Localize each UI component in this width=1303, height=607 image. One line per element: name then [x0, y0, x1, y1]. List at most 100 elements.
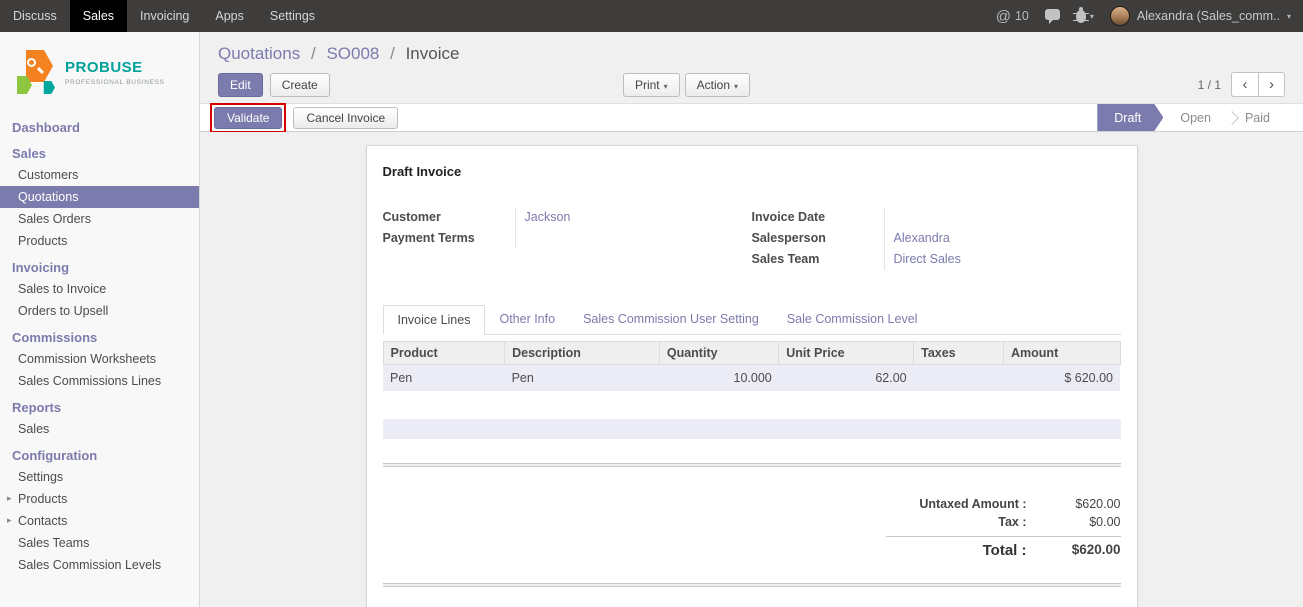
sidebar-item-sales-to-invoice[interactable]: Sales to Invoice	[0, 278, 199, 300]
sidebar-menu: Dashboard Sales Customers Quotations Sal…	[0, 117, 199, 576]
sidebar-heading-configuration[interactable]: Configuration	[0, 445, 199, 466]
breadcrumb-so008[interactable]: SO008	[326, 44, 379, 63]
column-unit-price[interactable]: Unit Price	[779, 342, 914, 365]
tax-label: Tax :	[886, 515, 1041, 529]
validate-button[interactable]: Validate	[214, 107, 282, 129]
pager-value: 1 / 1	[1198, 78, 1221, 92]
sidebar-item-label: Contacts	[18, 514, 67, 528]
column-amount[interactable]: Amount	[1004, 342, 1120, 365]
tax-value: $0.00	[1041, 515, 1121, 529]
cell-product: Pen	[383, 365, 505, 392]
pager-next-button[interactable]: ›	[1258, 72, 1285, 97]
empty-stripe-row	[383, 419, 1121, 439]
salesperson-value-link[interactable]: Alexandra	[884, 228, 1087, 249]
menu-sales[interactable]: Sales	[70, 0, 127, 32]
app-menus: Discuss Sales Invoicing Apps Settings	[0, 0, 328, 32]
untaxed-amount-label: Untaxed Amount :	[886, 497, 1041, 511]
sidebar-item-customers[interactable]: Customers	[0, 164, 199, 186]
logo-title: PROBUSE	[65, 60, 165, 77]
sidebar: PROBUSE PROFESSIONAL BUSINESS Dashboard …	[0, 32, 200, 607]
sidebar-item-reports-sales[interactable]: Sales	[0, 418, 199, 440]
salesperson-label: Salesperson	[752, 228, 884, 249]
logo-hexagons-icon	[12, 48, 58, 98]
cell-taxes	[914, 365, 1004, 392]
separator-line	[383, 583, 1121, 587]
totals-block: Untaxed Amount : $620.00 Tax : $0.00 Tot…	[383, 495, 1121, 561]
sidebar-item-sales-commission-levels[interactable]: Sales Commission Levels	[0, 554, 199, 576]
print-dropdown-button[interactable]: Print▾	[623, 73, 680, 97]
sidebar-heading-dashboard[interactable]: Dashboard	[0, 117, 199, 138]
customer-value-link[interactable]: Jackson	[515, 207, 718, 228]
empty-row-spacer	[383, 391, 1121, 419]
sales-team-value-link[interactable]: Direct Sales	[884, 249, 1087, 270]
sidebar-item-quotations[interactable]: Quotations	[0, 186, 199, 208]
total-label: Total :	[886, 542, 1041, 559]
invoice-date-value	[884, 207, 1087, 228]
chevron-down-icon: ▾	[664, 82, 668, 91]
sidebar-heading-reports[interactable]: Reports	[0, 397, 199, 418]
breadcrumb-separator: /	[311, 44, 316, 63]
breadcrumb-current: Invoice	[406, 44, 460, 63]
statusbar: Validate Cancel Invoice Draft Open Paid	[200, 103, 1303, 132]
action-label: Action	[697, 78, 730, 92]
topbar-right: @ 10 ▾ Alexandra (Sales_comm.. ▾	[996, 0, 1303, 32]
messages-button[interactable]	[1045, 9, 1060, 23]
sidebar-item-products[interactable]: Products	[0, 230, 199, 252]
debug-menu-button[interactable]: ▾	[1076, 10, 1094, 23]
payment-terms-label: Payment Terms	[383, 228, 515, 249]
menu-apps[interactable]: Apps	[202, 0, 257, 32]
column-taxes[interactable]: Taxes	[914, 342, 1004, 365]
tab-other-info[interactable]: Other Info	[485, 305, 569, 335]
status-draft[interactable]: Draft	[1097, 104, 1163, 131]
breadcrumb-quotations[interactable]: Quotations	[218, 44, 300, 63]
table-row[interactable]: Pen Pen 10.000 62.00 $ 620.00	[383, 365, 1120, 392]
sidebar-item-settings[interactable]: Settings	[0, 466, 199, 488]
sidebar-heading-sales[interactable]: Sales	[0, 143, 199, 164]
chevron-down-icon: ▾	[1287, 12, 1291, 21]
action-dropdown-button[interactable]: Action▾	[685, 73, 750, 97]
tab-sales-commission-user-setting[interactable]: Sales Commission User Setting	[569, 305, 773, 335]
activities-button[interactable]: @ 10	[996, 8, 1029, 25]
cell-quantity: 10.000	[659, 365, 778, 392]
sidebar-item-config-contacts[interactable]: ▸ Contacts	[0, 510, 199, 532]
column-quantity[interactable]: Quantity	[659, 342, 778, 365]
at-icon: @	[996, 8, 1011, 25]
menu-invoicing[interactable]: Invoicing	[127, 0, 202, 32]
logo-subtitle: PROFESSIONAL BUSINESS	[65, 79, 165, 86]
tab-sale-commission-level[interactable]: Sale Commission Level	[773, 305, 932, 335]
chevron-down-icon: ▾	[1090, 12, 1094, 21]
menu-discuss[interactable]: Discuss	[0, 0, 70, 32]
cell-amount: $ 620.00	[1004, 365, 1120, 392]
sidebar-heading-invoicing[interactable]: Invoicing	[0, 257, 199, 278]
sidebar-item-sales-teams[interactable]: Sales Teams	[0, 532, 199, 554]
sheet-title: Draft Invoice	[383, 164, 1121, 179]
sidebar-item-commission-worksheets[interactable]: Commission Worksheets	[0, 348, 199, 370]
payment-terms-value	[515, 228, 718, 249]
validate-annotation-box: Validate	[210, 103, 286, 133]
column-description[interactable]: Description	[505, 342, 660, 365]
user-menu[interactable]: Alexandra (Sales_comm.. ▾	[1110, 6, 1291, 26]
top-navbar: Discuss Sales Invoicing Apps Settings @ …	[0, 0, 1303, 32]
tab-invoice-lines[interactable]: Invoice Lines	[383, 305, 486, 335]
cancel-invoice-button[interactable]: Cancel Invoice	[293, 107, 398, 129]
user-name: Alexandra (Sales_comm..	[1137, 9, 1280, 23]
sidebar-item-config-products[interactable]: ▸ Products	[0, 488, 199, 510]
status-paid[interactable]: Paid	[1228, 104, 1287, 131]
form-view-background: Draft Invoice Customer Jackson Payment T…	[200, 132, 1303, 607]
sidebar-item-sales-orders[interactable]: Sales Orders	[0, 208, 199, 230]
create-button[interactable]: Create	[270, 73, 330, 97]
menu-settings[interactable]: Settings	[257, 0, 328, 32]
pager-previous-button[interactable]: ‹	[1231, 72, 1258, 97]
avatar	[1110, 6, 1130, 26]
column-product[interactable]: Product	[383, 342, 505, 365]
status-open[interactable]: Open	[1163, 104, 1228, 131]
separator-line	[383, 463, 1121, 467]
edit-button[interactable]: Edit	[218, 73, 263, 97]
sidebar-item-sales-commissions-lines[interactable]: Sales Commissions Lines	[0, 370, 199, 392]
breadcrumb-separator: /	[390, 44, 395, 63]
invoice-lines-table: Product Description Quantity Unit Price …	[383, 341, 1121, 391]
sidebar-item-orders-to-upsell[interactable]: Orders to Upsell	[0, 300, 199, 322]
sidebar-heading-commissions[interactable]: Commissions	[0, 327, 199, 348]
field-groups: Customer Jackson Payment Terms Invoice D…	[383, 207, 1121, 270]
main-area: Quotations / SO008 / Invoice Edit Create…	[200, 32, 1303, 607]
